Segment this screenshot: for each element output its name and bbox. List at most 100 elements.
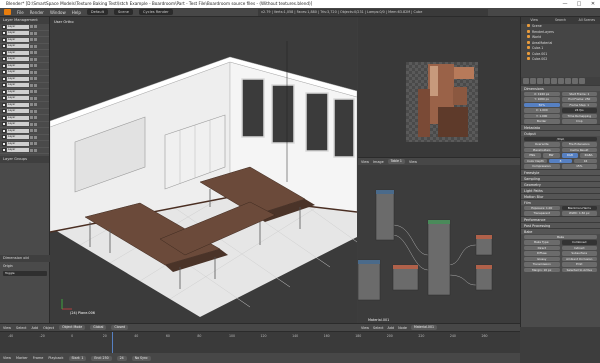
depth-16-button[interactable]: 16 [574,158,597,163]
current-frame-marker[interactable] [112,332,113,354]
layer-visibility-checkbox[interactable] [2,57,6,62]
rgb-button[interactable]: RGB [561,153,579,158]
layer-render-icon[interactable] [34,90,37,94]
layer-visibility-checkbox[interactable] [2,37,6,42]
minimize-icon[interactable]: — [558,0,572,8]
glossy-checkbox[interactable]: Glossy [524,256,560,261]
layer-lock-icon[interactable] [30,38,33,42]
layer-visibility-checkbox[interactable] [2,109,6,114]
layer-visibility-checkbox[interactable] [2,44,6,49]
layer-lock-icon[interactable] [30,109,33,113]
emit-checkbox[interactable]: Emit [561,262,597,267]
layer-lock-icon[interactable] [30,57,33,61]
layer-row[interactable]: Layer [0,148,49,154]
layers-tab-icon[interactable] [530,78,536,84]
layer-render-icon[interactable] [34,116,37,120]
constraints-tab-icon[interactable] [558,78,564,84]
layer-groups-header[interactable]: Layer Groups [0,156,49,163]
layer-lock-icon[interactable] [30,77,33,81]
menu-help[interactable]: Help [72,10,81,15]
image-menu[interactable]: Image [373,160,384,164]
layer-management-header[interactable]: Layer Management [0,17,49,24]
timeline-playback-menu[interactable]: Playback [48,356,63,360]
current-frame-input[interactable]: 24 [116,355,127,361]
layer-visibility-checkbox[interactable] [2,24,6,29]
transform-orientation-select[interactable]: Global [90,325,107,330]
layer-lock-icon[interactable] [30,64,33,68]
outliner-display-select[interactable]: All Scenes [573,17,600,24]
layer-render-icon[interactable] [34,103,37,107]
world-tab-icon[interactable] [544,78,550,84]
direct-button[interactable]: Direct [524,245,560,250]
scene-field[interactable]: Scene [114,9,133,15]
layer-lock-icon[interactable] [30,44,33,48]
indirect-button[interactable]: Indirect [561,245,597,250]
diffuse-checkbox[interactable]: Diffuse [524,251,560,256]
start-frame-input[interactable]: Start: 1 [68,355,87,361]
resolution-x-field[interactable]: X: 1920 px [524,91,560,96]
layer-name-field[interactable]: Layer [7,122,29,127]
dimension-header[interactable]: Dimension old [0,255,50,262]
blender-logo-icon[interactable] [4,9,11,15]
layer-render-icon[interactable] [34,77,37,81]
layer-visibility-checkbox[interactable] [2,31,6,36]
layer-visibility-checkbox[interactable] [2,115,6,120]
placeholders-checkbox[interactable]: Placeholders [524,147,560,152]
node-view-menu[interactable]: View [361,326,369,330]
layer-visibility-checkbox[interactable] [2,89,6,94]
layer-render-icon[interactable] [34,142,37,146]
layer-render-icon[interactable] [34,44,37,48]
layer-render-icon[interactable] [34,31,37,35]
bake-button[interactable]: Bake [524,234,597,239]
layer-visibility-checkbox[interactable] [2,122,6,127]
outliner-search-menu[interactable]: Search [547,17,574,24]
bw-button[interactable]: BW [542,153,560,158]
layer-lock-icon[interactable] [30,103,33,107]
frame-step-field[interactable]: Frame Step: 1 [561,102,597,107]
layer-name-field[interactable]: Layer [7,115,29,120]
layer-name-field[interactable]: Layer [7,44,29,49]
layer-name-field[interactable]: Layer [7,141,29,146]
3d-view-menu[interactable]: View [3,326,11,330]
uv-image-editor[interactable] [358,17,520,157]
object-tab-icon[interactable] [551,78,557,84]
3d-viewport[interactable]: User Ortho (24) Plane.006 [50,17,357,323]
timeline-frame-menu[interactable]: Frame [33,356,44,360]
layer-name-field[interactable]: Layer [7,148,29,153]
layer-render-icon[interactable] [34,129,37,133]
layer-render-icon[interactable] [34,64,37,68]
layer-render-icon[interactable] [34,135,37,139]
node-select-menu[interactable]: Select [373,326,383,330]
overwrite-checkbox[interactable]: Overwrite [524,142,560,147]
layer-name-field[interactable]: Layer [7,31,29,36]
layer-lock-icon[interactable] [30,83,33,87]
layer-render-icon[interactable] [34,25,37,29]
render-engine-select[interactable]: Cycles Render [138,9,173,15]
layer-lock-icon[interactable] [30,142,33,146]
node-editor[interactable]: Material.001 [358,165,520,325]
scene-tab-icon[interactable] [537,78,543,84]
layer-state-select[interactable]: Closed [111,325,129,330]
image-view2-menu[interactable]: View [409,160,417,164]
depth-8-button[interactable]: 8 [549,158,572,163]
modifiers-tab-icon[interactable] [565,78,571,84]
filter-width-field[interactable]: Width: 1.50 px [561,211,597,216]
layer-render-icon[interactable] [34,122,37,126]
layer-visibility-checkbox[interactable] [2,141,6,146]
crop-checkbox[interactable]: Crop [561,119,597,124]
layer-name-field[interactable]: Layer [7,128,29,133]
layer-lock-icon[interactable] [30,129,33,133]
render-tab-icon[interactable] [523,78,529,84]
layer-lock-icon[interactable] [30,116,33,120]
layer-visibility-checkbox[interactable] [2,50,6,55]
layer-render-icon[interactable] [34,148,37,152]
end-frame-input[interactable]: End: 250 [91,355,112,361]
layer-name-field[interactable]: Layer [7,24,29,29]
layer-lock-icon[interactable] [30,31,33,35]
outliner-view-menu[interactable]: View [521,17,548,24]
layer-lock-icon[interactable] [30,122,33,126]
layer-render-icon[interactable] [34,70,37,74]
image-view-menu[interactable]: View [361,160,369,164]
layer-render-icon[interactable] [34,109,37,113]
layer-render-icon[interactable] [34,96,37,100]
